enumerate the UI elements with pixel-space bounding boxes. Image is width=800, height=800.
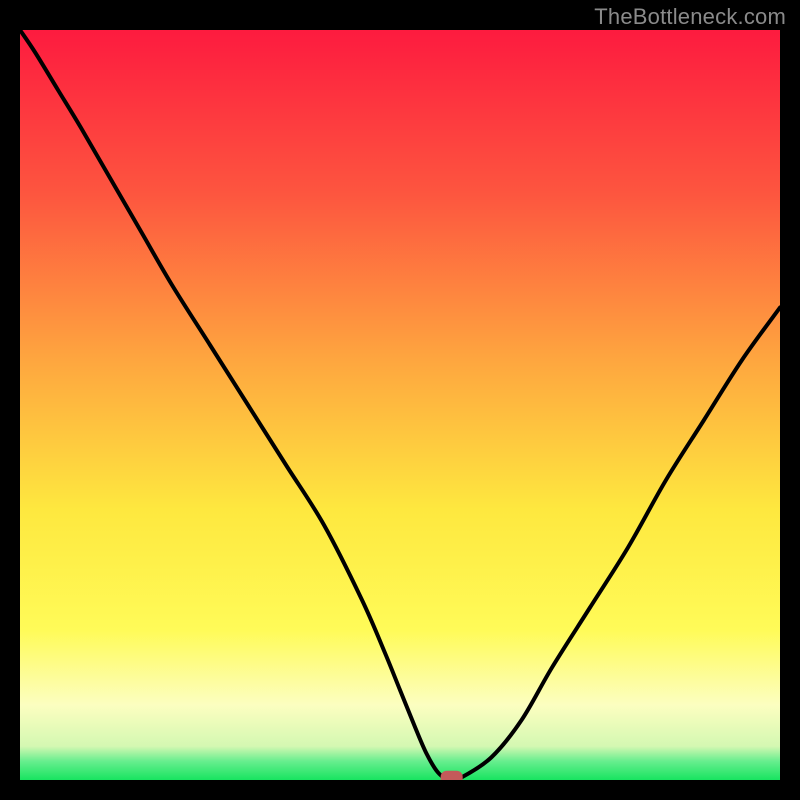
- curve-marker: [441, 771, 463, 780]
- plot-area: [20, 30, 780, 780]
- chart-svg: [20, 30, 780, 780]
- chart-frame: TheBottleneck.com: [0, 0, 800, 800]
- watermark-label: TheBottleneck.com: [594, 4, 786, 30]
- gradient-background: [20, 30, 780, 780]
